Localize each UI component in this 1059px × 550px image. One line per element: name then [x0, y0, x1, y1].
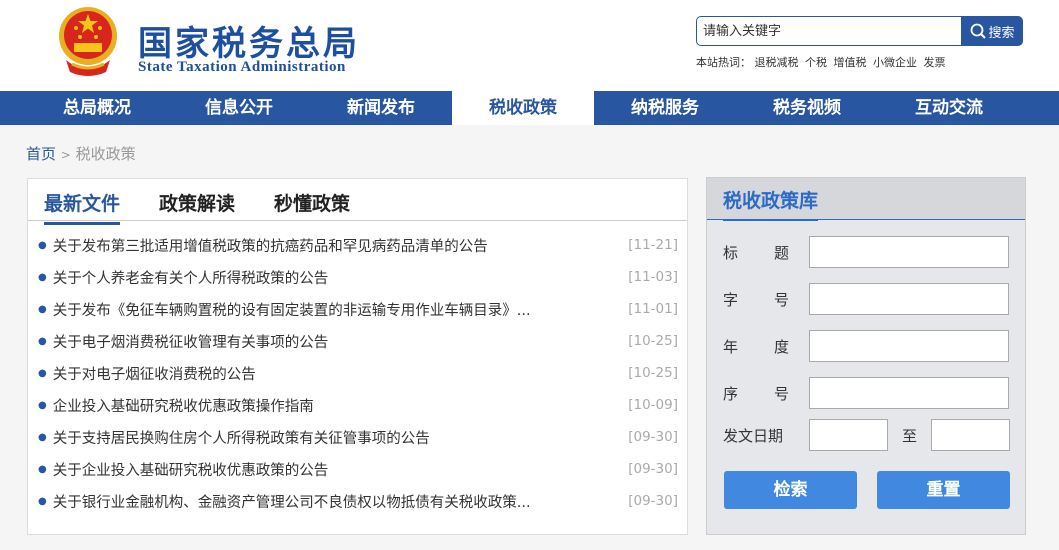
list-item-date: [11-03] — [628, 269, 678, 285]
label-char: 字 — [723, 290, 739, 309]
bullet-icon: ● — [38, 495, 47, 507]
list-item-title[interactable]: 关于银行业金融机构、金融资产管理公司不良债权以物抵债有关税收政策... — [53, 491, 622, 512]
breadcrumb: 首页 > 税收政策 — [26, 143, 136, 164]
hot-words-label: 本站热词： — [696, 56, 751, 69]
reset-button[interactable]: 重置 — [877, 471, 1010, 509]
hot-word-link[interactable]: 个税 — [805, 56, 827, 69]
list-item-date: [10-25] — [628, 365, 678, 381]
list-item-title[interactable]: 关于对电子烟征收消费税的公告 — [53, 363, 622, 384]
tab-interpretation[interactable]: 政策解读 — [159, 189, 235, 222]
tab-bar: 最新文件 政策解读 秒懂政策 — [28, 179, 687, 225]
list-item[interactable]: ● 关于电子烟消费税征收管理有关事项的公告 [10-25] — [38, 325, 678, 357]
label-char: 号 — [773, 384, 789, 403]
breadcrumb-current: 税收政策 — [75, 145, 136, 163]
field-serial: 序号 — [723, 377, 1009, 409]
list-item-title[interactable]: 关于支持居民换购住房个人所得税政策有关征管事项的公告 — [53, 427, 622, 448]
list-item-date: [09-30] — [628, 429, 678, 445]
list-item-title[interactable]: 关于发布《免征车辆购置税的设有固定装置的非运输专用作业车辆目录》... — [53, 299, 622, 320]
logo-subtitle: State Taxation Administration — [138, 59, 346, 75]
label-char: 年 — [723, 337, 739, 356]
list-item-title[interactable]: 关于企业投入基础研究税收优惠政策的公告 — [53, 459, 622, 480]
nav-item-interaction[interactable]: 互动交流 — [878, 91, 1020, 125]
nav-item-info[interactable]: 信息公开 — [168, 91, 310, 125]
label-char: 度 — [773, 337, 789, 356]
hot-word-link[interactable]: 发票 — [924, 56, 946, 69]
list-item-date: [09-30] — [628, 461, 678, 477]
list-item-title[interactable]: 企业投入基础研究税收优惠政策操作指南 — [53, 395, 622, 416]
breadcrumb-home[interactable]: 首页 — [26, 145, 56, 163]
search-button[interactable]: 搜索 — [962, 16, 1023, 46]
documents-panel: 最新文件 政策解读 秒懂政策 ● 关于发布第三批适用增值税政策的抗癌药品和罕见病药… — [27, 178, 688, 535]
bullet-icon: ● — [38, 463, 47, 475]
bullet-icon: ● — [38, 271, 47, 283]
field-date-range: 发文日期 至 — [723, 419, 1010, 451]
hot-word-link[interactable]: 退税减税 — [755, 56, 799, 69]
hot-words: 本站热词： 退税减税 个税 增值税 小微企业 发票 — [696, 54, 949, 70]
list-item[interactable]: ● 关于支持居民换购住房个人所得税政策有关征管事项的公告 [09-30] — [38, 421, 678, 453]
search-policy-button[interactable]: 检索 — [724, 471, 857, 509]
header: 国家税务总局 State Taxation Administration 搜索 … — [0, 0, 1059, 91]
list-item-date: [11-21] — [628, 237, 678, 253]
date-label: 发文日期 — [723, 426, 784, 445]
list-item-date: [11-01] — [628, 301, 678, 317]
nav-item-services[interactable]: 纳税服务 — [594, 91, 736, 125]
logo-title[interactable]: 国家税务总局 — [138, 16, 360, 65]
hot-word-link[interactable]: 小微企业 — [873, 56, 917, 69]
document-list: ● 关于发布第三批适用增值税政策的抗癌药品和罕见病药品清单的公告 [11-21] ● 关… — [38, 229, 678, 517]
list-item[interactable]: ● 关于发布第三批适用增值税政策的抗癌药品和罕见病药品清单的公告 [11-21] — [38, 229, 678, 261]
search-input[interactable] — [696, 16, 962, 46]
nav-item-tax-policy[interactable]: 税收政策 — [452, 91, 594, 125]
list-item[interactable]: ● 关于发布《免征车辆购置税的设有固定装置的非运输专用作业车辆目录》... [11-… — [38, 293, 678, 325]
label-char: 标 — [723, 243, 739, 262]
national-emblem-icon — [59, 7, 117, 76]
search-icon — [971, 23, 987, 39]
nav-item-overview[interactable]: 总局概况 — [26, 91, 168, 125]
field-year: 年度 — [723, 330, 1009, 362]
label-char: 序 — [723, 384, 739, 403]
list-item-date: [09-30] — [628, 493, 678, 509]
nav-item-news[interactable]: 新闻发布 — [310, 91, 452, 125]
search-button-label: 搜索 — [988, 25, 1015, 41]
label-char: 号 — [773, 290, 789, 309]
field-doc-number: 字号 — [723, 283, 1009, 315]
list-item-date: [10-25] — [628, 333, 678, 349]
search-bar: 搜索 — [696, 16, 1023, 46]
bullet-icon: ● — [38, 399, 47, 411]
date-to-input[interactable] — [931, 419, 1010, 451]
date-from-input[interactable] — [809, 419, 888, 451]
policy-library-header: 税收政策库 — [707, 178, 1025, 221]
bullet-icon: ● — [38, 367, 47, 379]
serial-input[interactable] — [809, 377, 1009, 409]
bullet-icon: ● — [38, 303, 47, 315]
date-to-label: 至 — [901, 426, 917, 445]
label-char: 题 — [773, 243, 789, 262]
list-item[interactable]: ● 关于个人养老金有关个人所得税政策的公告 [11-03] — [38, 261, 678, 293]
tab-latest[interactable]: 最新文件 — [44, 189, 121, 225]
hot-word-link[interactable]: 增值税 — [834, 56, 867, 69]
nav-item-video[interactable]: 税务视频 — [736, 91, 878, 125]
doc-number-input[interactable] — [809, 283, 1009, 315]
list-item[interactable]: ● 企业投入基础研究税收优惠政策操作指南 [10-09] — [38, 389, 678, 421]
list-item-date: [10-09] — [628, 397, 678, 413]
tab-quick-policy[interactable]: 秒懂政策 — [274, 189, 350, 222]
list-item-title[interactable]: 关于电子烟消费税征收管理有关事项的公告 — [53, 331, 622, 352]
bullet-icon: ● — [38, 431, 47, 443]
list-item-title[interactable]: 关于个人养老金有关个人所得税政策的公告 — [53, 267, 622, 288]
list-item-title[interactable]: 关于发布第三批适用增值税政策的抗癌药品和罕见病药品清单的公告 — [53, 235, 622, 256]
list-item[interactable]: ● 关于银行业金融机构、金融资产管理公司不良债权以物抵债有关税收政策... [09-… — [38, 485, 678, 517]
list-item[interactable]: ● 关于对电子烟征收消费税的公告 [10-25] — [38, 357, 678, 389]
year-input[interactable] — [809, 330, 1009, 362]
main-nav: 总局概况 信息公开 新闻发布 税收政策 纳税服务 税务视频 互动交流 — [0, 91, 1059, 125]
bullet-icon: ● — [38, 239, 47, 251]
policy-library-panel: 税收政策库 标题 字号 年度 序号 发文日期 至 检索 重置 — [706, 177, 1026, 535]
list-item[interactable]: ● 关于企业投入基础研究税收优惠政策的公告 [09-30] — [38, 453, 678, 485]
policy-library-title: 税收政策库 — [723, 186, 819, 221]
field-title: 标题 — [723, 236, 1009, 268]
breadcrumb-separator: > — [60, 148, 71, 162]
bullet-icon: ● — [38, 335, 47, 347]
title-input[interactable] — [809, 236, 1009, 268]
